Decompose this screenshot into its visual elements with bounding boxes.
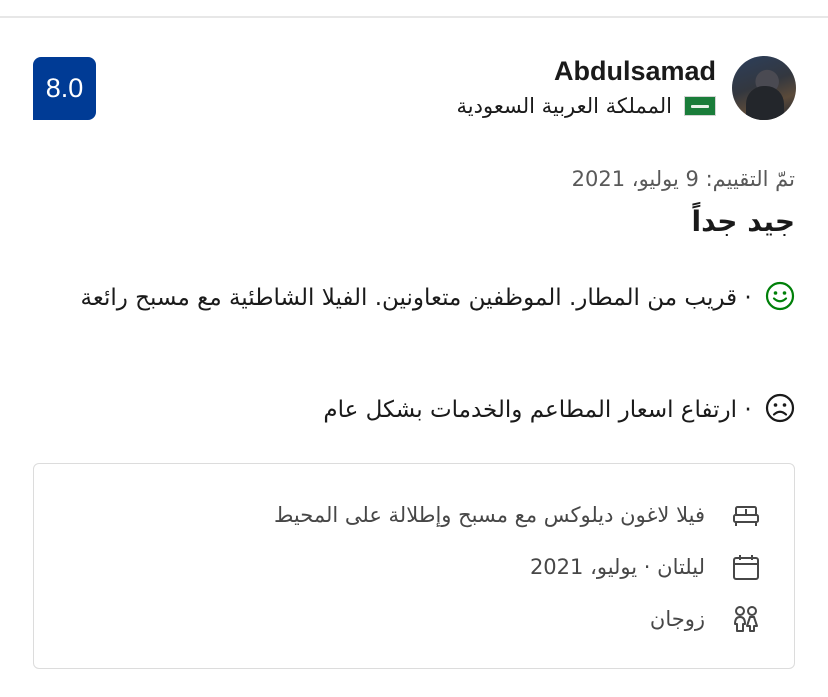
stay-room-label: فيلا لاغون ديلوكس مع مسبح وإطلالة على ال… bbox=[274, 503, 705, 527]
review-positive: · قريب من المطار. الموظفين متعاونين. الف… bbox=[35, 278, 795, 319]
reviewer-avatar[interactable] bbox=[732, 56, 796, 120]
review-title: جيد جداً bbox=[691, 205, 795, 238]
top-divider bbox=[0, 16, 828, 18]
review-positive-text: · قريب من المطار. الموظفين متعاونين. الف… bbox=[80, 285, 752, 311]
review-score-badge: 8.0 bbox=[33, 57, 96, 120]
stay-travelers-row: زوجان bbox=[650, 604, 761, 634]
review-date: تمّ التقييم: 9 يوليو، 2021 bbox=[571, 167, 795, 191]
couple-icon bbox=[734, 606, 758, 632]
reviewer-name: Abdulsamad bbox=[553, 56, 716, 86]
sad-face-icon bbox=[765, 393, 795, 422]
reviewer-country-label: المملكة العربية السعودية bbox=[456, 94, 672, 118]
stay-dates-row: ليلتان · يوليو، 2021 bbox=[530, 552, 761, 582]
calendar-icon bbox=[733, 555, 759, 580]
bed-icon bbox=[733, 506, 759, 526]
stay-info-card: فيلا لاغون ديلوكس مع مسبح وإطلالة على ال… bbox=[33, 463, 795, 669]
stay-dates-label: ليلتان · يوليو، 2021 bbox=[529, 555, 705, 579]
stay-travelers-label: زوجان bbox=[649, 607, 705, 631]
review-score: 8.0 bbox=[45, 73, 84, 103]
reviewer-country: المملكة العربية السعودية bbox=[457, 94, 716, 118]
stay-room-row: فيلا لاغون ديلوكس مع مسبح وإطلالة على ال… bbox=[274, 500, 761, 530]
saudi-arabia-flag-icon bbox=[684, 96, 716, 116]
smiley-face-icon bbox=[765, 281, 795, 310]
review-negative-text: · ارتفاع اسعار المطاعم والخدمات بشكل عام bbox=[323, 397, 752, 423]
review-negative: · ارتفاع اسعار المطاعم والخدمات بشكل عام bbox=[35, 390, 795, 431]
